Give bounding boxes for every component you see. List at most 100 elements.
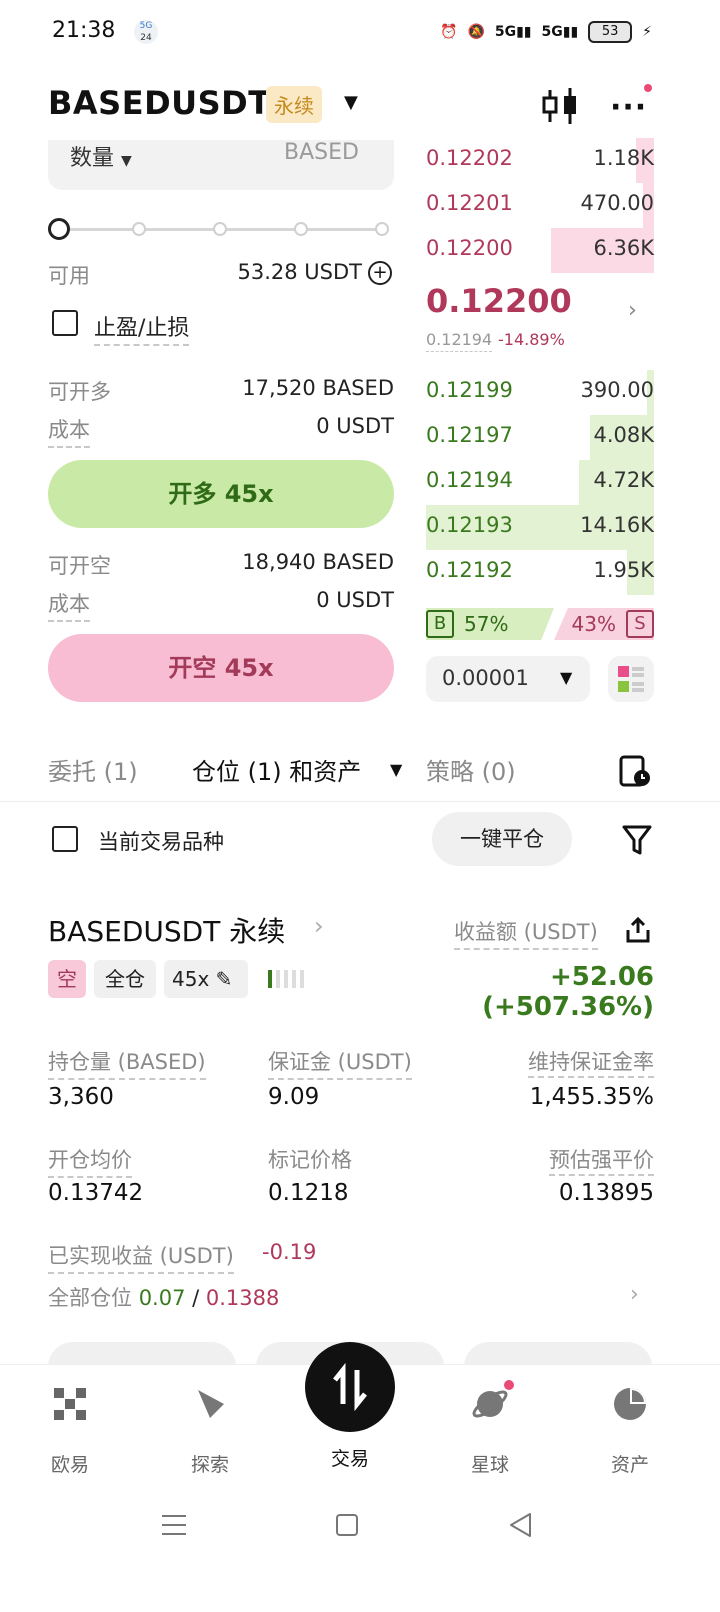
swap-arrows-icon	[333, 1362, 367, 1412]
nav-explore-label: 探索	[190, 1454, 229, 1476]
pair-title[interactable]: BASEDUSDT	[48, 84, 271, 122]
position-tabs: 委托 (1) 仓位 (1) 和资产 ▼ 策略 (0)	[0, 740, 720, 802]
last-price[interactable]: 0.12200	[426, 282, 572, 320]
margin-label: 保证金 (USDT)	[268, 1046, 412, 1080]
ask-size: 1.18K	[593, 146, 654, 170]
ask-size: 470.00	[580, 191, 654, 215]
nav-home[interactable]: 欧易	[25, 1384, 115, 1477]
nav-trade-label[interactable]: 交易	[305, 1444, 395, 1471]
more-icon[interactable]: ···	[610, 90, 647, 125]
bid-row[interactable]: 0.12193 14.16K	[426, 505, 654, 550]
caret-down-icon[interactable]: ▼	[560, 668, 572, 687]
mmr-value: 1,455.35%	[529, 1084, 654, 1110]
margin-value: 9.09	[268, 1084, 320, 1110]
tpsl-label[interactable]: 止盈/止损	[94, 310, 190, 346]
ask-row[interactable]: 0.12202 1.18K	[426, 138, 654, 183]
position-title[interactable]: BASEDUSDT 永续	[48, 910, 285, 950]
bid-size: 4.72K	[593, 468, 654, 492]
signal-5g-icon: 5G▮▮	[494, 24, 532, 40]
short-cost-value: 0 USDT	[316, 588, 394, 612]
bid-row[interactable]: 0.12197 4.08K	[426, 415, 654, 460]
notification-badge-icon: 5G 24	[134, 20, 158, 44]
order-history-icon[interactable]	[618, 754, 652, 788]
realized-pnl-label: 已实现收益 (USDT)	[48, 1240, 234, 1274]
long-cost-value: 0 USDT	[316, 414, 394, 438]
notification-dot	[644, 84, 652, 92]
nav-trade-button[interactable]	[305, 1342, 395, 1432]
close-all-button[interactable]: 一键平仓	[432, 812, 572, 866]
candlestick-icon[interactable]	[540, 86, 580, 126]
slider-step-100[interactable]	[375, 222, 389, 236]
add-funds-icon[interactable]: +	[368, 261, 392, 285]
chevron-right-icon[interactable]: ›	[628, 298, 637, 323]
system-home-icon[interactable]	[336, 1514, 358, 1536]
nav-explore[interactable]: 探索	[165, 1384, 255, 1477]
bid-size: 4.08K	[593, 423, 654, 447]
caret-down-icon[interactable]: ▼	[344, 92, 358, 113]
nav-assets[interactable]: 资产	[585, 1384, 675, 1477]
leverage-chip[interactable]: 45x ✎	[164, 960, 248, 998]
bid-row[interactable]: 0.12192 1.95K	[426, 550, 654, 595]
caret-down-icon[interactable]: ▼	[390, 760, 402, 779]
mark-price-label: 标记价格	[268, 1148, 352, 1172]
ask-price: 0.12200	[426, 236, 513, 260]
precision-value[interactable]: 0.00001	[442, 666, 529, 690]
ask-row[interactable]: 0.12201 470.00	[426, 183, 654, 228]
sell-tag: S	[626, 610, 654, 638]
all-positions-row[interactable]: 全部仓位 0.07 / 0.1388	[48, 1282, 279, 1312]
entry-price-label: 开仓均价	[48, 1144, 132, 1178]
current-pair-label[interactable]: 当前交易品种	[98, 826, 224, 856]
long-cost-label: 成本	[48, 414, 90, 448]
okx-logo-icon	[54, 1388, 86, 1420]
mute-icon: 🔕	[467, 24, 485, 40]
buy-sell-ratio: B 57% 43% S	[426, 608, 654, 640]
tab-strategy[interactable]: 策略 (0)	[426, 752, 516, 787]
signal-5g-icon: 5G▮▮	[541, 24, 579, 40]
bid-size: 390.00	[580, 378, 654, 402]
filter-icon[interactable]	[622, 824, 652, 856]
pnl-label[interactable]: 收益额 (USDT)	[454, 916, 598, 950]
chevron-right-icon[interactable]: ›	[314, 912, 324, 940]
sell-percent: 43%	[571, 612, 616, 636]
slider-step-75[interactable]	[294, 222, 308, 236]
bid-price: 0.12193	[426, 513, 513, 537]
system-back-icon[interactable]	[508, 1512, 532, 1538]
system-menu-icon[interactable]	[160, 1512, 188, 1538]
short-max-value: 18,940 BASED	[242, 550, 394, 574]
book-layout-button[interactable]	[608, 656, 654, 702]
bid-row[interactable]: 0.12194 4.72K	[426, 460, 654, 505]
ask-size: 6.36K	[593, 236, 654, 260]
nav-planet[interactable]: 星球	[445, 1384, 535, 1477]
ask-row[interactable]: 0.12200 6.36K	[426, 228, 654, 273]
realized-pnl-value: -0.19	[262, 1240, 317, 1264]
quantity-label[interactable]: 数量 ▼	[70, 140, 132, 172]
bid-row[interactable]: 0.12199 390.00	[426, 370, 654, 415]
battery-icon: 53	[588, 21, 633, 43]
margin-mode-chip: 全仓	[94, 960, 156, 998]
bid-price: 0.12199	[426, 378, 513, 402]
bid-price: 0.12194	[426, 468, 513, 492]
long-max-value: 17,520 BASED	[242, 376, 394, 400]
tab-orders[interactable]: 委托 (1)	[48, 752, 138, 787]
slider-handle[interactable]	[48, 218, 70, 240]
share-icon[interactable]	[624, 916, 652, 944]
compass-icon	[198, 1390, 224, 1418]
risk-level-icon	[268, 970, 304, 988]
slider-step-50[interactable]	[213, 222, 227, 236]
open-long-button[interactable]: 开多 45x	[48, 460, 394, 528]
nav-planet-label: 星球	[470, 1454, 509, 1476]
charging-icon: ⚡	[642, 24, 652, 40]
tab-positions[interactable]: 仓位 (1) 和资产	[192, 752, 361, 787]
open-short-button[interactable]: 开空 45x	[48, 634, 394, 702]
slider-step-25[interactable]	[132, 222, 146, 236]
entry-price-value: 0.13742	[48, 1180, 144, 1206]
tpsl-checkbox[interactable]	[52, 310, 78, 336]
ask-price: 0.12202	[426, 146, 513, 170]
current-pair-checkbox[interactable]	[52, 826, 78, 852]
bid-size: 14.16K	[580, 513, 654, 537]
mark-price: 0.12194	[426, 330, 493, 352]
change-percent: -14.89%	[498, 330, 565, 349]
size-label: 持仓量 (BASED)	[48, 1046, 206, 1080]
chevron-right-icon[interactable]: ›	[630, 1282, 639, 1307]
bid-price: 0.12197	[426, 423, 513, 447]
